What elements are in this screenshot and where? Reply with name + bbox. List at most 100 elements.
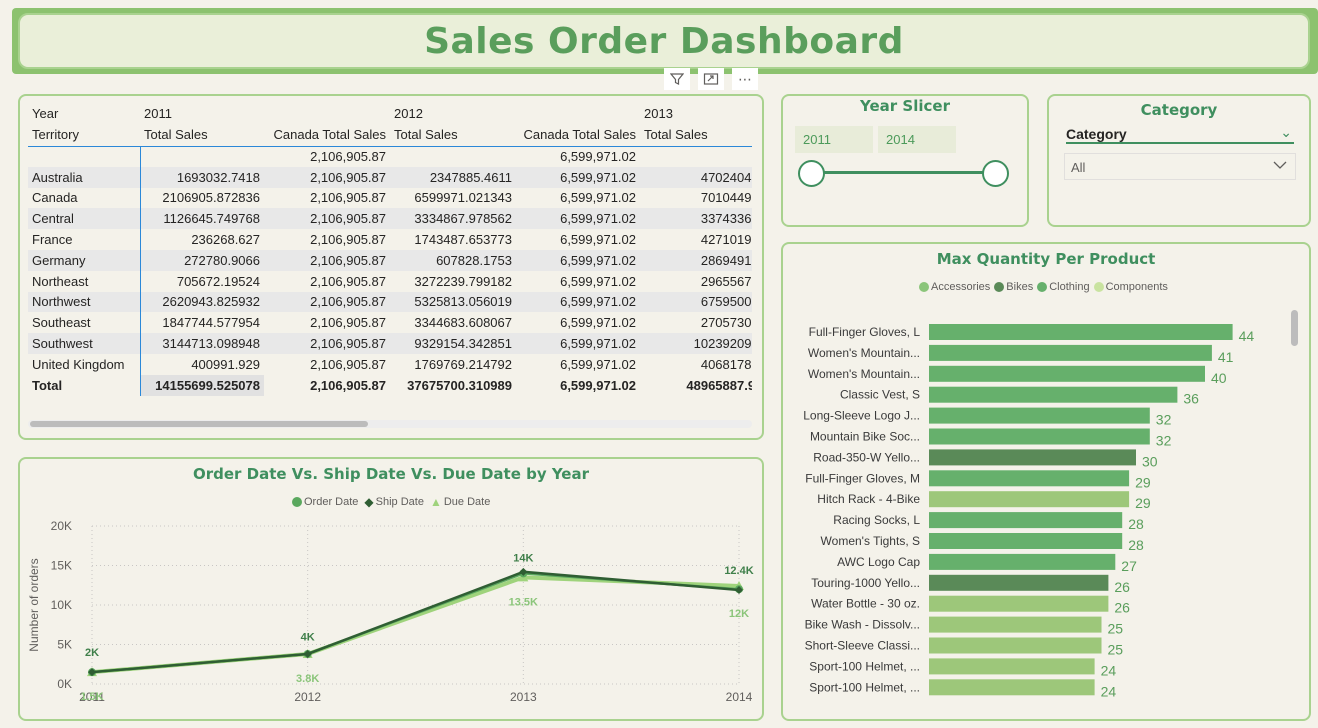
bar[interactable] bbox=[929, 616, 1102, 633]
matrix-row-header[interactable]: Canada bbox=[28, 187, 141, 209]
category-label[interactable]: Hitch Rack - 4-Bike bbox=[817, 492, 920, 506]
matrix-row-header[interactable] bbox=[28, 146, 141, 167]
matrix-col-header[interactable]: Total Sales bbox=[140, 124, 264, 147]
category-label[interactable]: Sport-100 Helmet, ... bbox=[809, 659, 920, 673]
matrix-col-year[interactable]: 2012 bbox=[390, 102, 516, 124]
matrix-col-header[interactable]: Total Sales bbox=[640, 124, 752, 147]
year-slider-track[interactable] bbox=[812, 171, 996, 174]
bar[interactable] bbox=[929, 449, 1136, 466]
series-line[interactable] bbox=[91, 575, 740, 675]
year-slider-start-handle[interactable] bbox=[798, 160, 825, 187]
table-row[interactable]: Central 1126645.749768 2,106,905.87 3334867… bbox=[28, 208, 752, 230]
matrix-row-header[interactable]: Central bbox=[28, 208, 141, 230]
table-row[interactable]: 2,106,905.87 6,599,971.02 bbox=[28, 146, 752, 167]
legend-item[interactable]: Clothing bbox=[1037, 281, 1090, 293]
table-row[interactable]: Southeast 1847744.577954 2,106,905.87 33446… bbox=[28, 312, 752, 334]
matrix-col-header[interactable]: Canada Total Sales bbox=[516, 124, 640, 147]
table-row[interactable]: Australia 1693032.7418 2,106,905.87 2347885… bbox=[28, 166, 752, 188]
matrix-total-row[interactable]: Total 14155699.525078 2,106,905.87 37675700… bbox=[28, 374, 752, 396]
bar-chart-plot[interactable]: Full-Finger Gloves, L 44 Women's Mountain.… bbox=[783, 318, 1289, 702]
matrix-row-header[interactable]: Germany bbox=[28, 249, 141, 271]
matrix-col-year[interactable]: 2013 bbox=[640, 102, 752, 124]
matrix-horizontal-scrollbar[interactable] bbox=[28, 420, 752, 428]
category-label[interactable]: Classic Vest, S bbox=[840, 388, 920, 402]
year-from-input[interactable]: 2011 bbox=[795, 126, 873, 153]
bar-chart-vertical-scrollbar[interactable] bbox=[1291, 310, 1299, 710]
matrix-row-header[interactable]: Total bbox=[28, 374, 141, 396]
scrollbar-thumb[interactable] bbox=[1291, 310, 1298, 346]
year-slider-end-handle[interactable] bbox=[982, 160, 1009, 187]
bar-value-label: 41 bbox=[1218, 349, 1234, 365]
scrollbar-thumb[interactable] bbox=[30, 421, 368, 427]
category-label[interactable]: Long-Sleeve Logo J... bbox=[803, 409, 920, 423]
legend-item[interactable]: Order Date bbox=[292, 496, 358, 508]
bar[interactable] bbox=[929, 428, 1150, 445]
matrix-row-header[interactable]: Southwest bbox=[28, 333, 141, 354]
matrix-row-header[interactable]: Australia bbox=[28, 166, 141, 188]
legend-item[interactable]: ◆ Ship Date bbox=[364, 495, 424, 509]
matrix-col-header[interactable]: Total Sales bbox=[390, 124, 516, 147]
category-label[interactable]: AWC Logo Cap bbox=[837, 555, 920, 569]
filter-icon[interactable] bbox=[664, 68, 690, 90]
matrix-row-header[interactable]: Southeast bbox=[28, 312, 141, 334]
series-line[interactable] bbox=[91, 570, 740, 674]
bar[interactable] bbox=[929, 595, 1109, 612]
category-label[interactable]: Women's Mountain... bbox=[808, 367, 920, 381]
table-row[interactable]: United Kingdom 400991.929 2,106,905.87 1769… bbox=[28, 353, 752, 375]
table-row[interactable]: Germany 272780.9066 2,106,905.87 607828.175… bbox=[28, 249, 752, 271]
category-slicer-header[interactable]: Category ⌄ bbox=[1066, 124, 1294, 144]
more-options-icon[interactable]: ⋯ bbox=[732, 68, 758, 90]
matrix-col-year[interactable]: 2011 bbox=[140, 102, 264, 124]
table-row[interactable]: France 236268.627 2,106,905.87 1743487.6537… bbox=[28, 229, 752, 250]
legend-item[interactable]: Components bbox=[1093, 281, 1168, 293]
matrix-cell bbox=[640, 146, 752, 167]
matrix-row-header[interactable]: Northeast bbox=[28, 270, 141, 292]
bar[interactable] bbox=[929, 679, 1095, 696]
category-label[interactable]: Racing Socks, L bbox=[833, 513, 920, 527]
bar[interactable] bbox=[929, 512, 1123, 529]
table-row[interactable]: Southwest 3144713.098948 2,106,905.87 93291… bbox=[28, 333, 752, 354]
category-label[interactable]: Sport-100 Helmet, ... bbox=[809, 680, 920, 694]
series-line[interactable] bbox=[91, 572, 740, 674]
bar[interactable] bbox=[929, 470, 1130, 487]
chevron-down-icon[interactable] bbox=[1273, 158, 1287, 173]
matrix-col-header[interactable]: Canada Total Sales bbox=[264, 124, 390, 147]
matrix-row-header[interactable]: France bbox=[28, 229, 141, 250]
sales-matrix[interactable]: Year 2011 2012 2013 Territory Total Sale… bbox=[28, 102, 752, 428]
category-label[interactable]: Water Bottle - 30 oz. bbox=[811, 597, 920, 611]
bar[interactable] bbox=[929, 324, 1233, 340]
table-row[interactable]: Northwest 2620943.825932 2,106,905.87 53258… bbox=[28, 291, 752, 313]
bar[interactable] bbox=[929, 574, 1109, 591]
table-row[interactable]: Canada 2106905.872836 2,106,905.87 6599971.… bbox=[28, 187, 752, 209]
matrix-territory-label[interactable]: Territory bbox=[28, 124, 140, 147]
matrix-row-header[interactable]: United Kingdom bbox=[28, 353, 141, 375]
matrix-row-header[interactable]: Northwest bbox=[28, 291, 141, 313]
category-label[interactable]: Women's Tights, S bbox=[821, 534, 920, 548]
category-label[interactable]: Bike Wash - Dissolv... bbox=[805, 618, 920, 632]
category-label[interactable]: Mountain Bike Soc... bbox=[810, 430, 920, 444]
category-label[interactable]: Touring-1000 Yello... bbox=[811, 576, 920, 590]
chevron-down-icon[interactable]: ⌄ bbox=[1280, 124, 1292, 141]
bar[interactable] bbox=[929, 491, 1130, 508]
bar[interactable] bbox=[929, 365, 1205, 382]
category-dropdown[interactable]: All bbox=[1064, 153, 1296, 180]
bar[interactable] bbox=[929, 407, 1150, 424]
legend-item[interactable]: Bikes bbox=[994, 281, 1033, 293]
table-row[interactable]: Northeast 705672.19524 2,106,905.87 3272239… bbox=[28, 270, 752, 292]
bar[interactable] bbox=[929, 637, 1102, 654]
bar[interactable] bbox=[929, 658, 1095, 675]
category-label[interactable]: Short-Sleeve Classi... bbox=[805, 639, 920, 653]
focus-mode-icon[interactable] bbox=[698, 68, 724, 90]
line-chart-plot[interactable]: 0K5K10K15K20K2011 2012 2013 2014Number of o… bbox=[18, 510, 764, 718]
bar[interactable] bbox=[929, 553, 1116, 570]
legend-item[interactable]: Accessories bbox=[919, 281, 990, 293]
category-label[interactable]: Full-Finger Gloves, L bbox=[809, 325, 921, 339]
bar[interactable] bbox=[929, 533, 1123, 549]
category-label[interactable]: Road-350-W Yello... bbox=[813, 450, 920, 464]
legend-item[interactable]: ▲ Due Date bbox=[430, 495, 490, 509]
year-to-input[interactable]: 2014 bbox=[878, 126, 956, 153]
bar[interactable] bbox=[929, 344, 1212, 361]
category-label[interactable]: Women's Mountain... bbox=[808, 346, 920, 360]
bar[interactable] bbox=[929, 386, 1178, 403]
category-label[interactable]: Full-Finger Gloves, M bbox=[805, 471, 920, 485]
